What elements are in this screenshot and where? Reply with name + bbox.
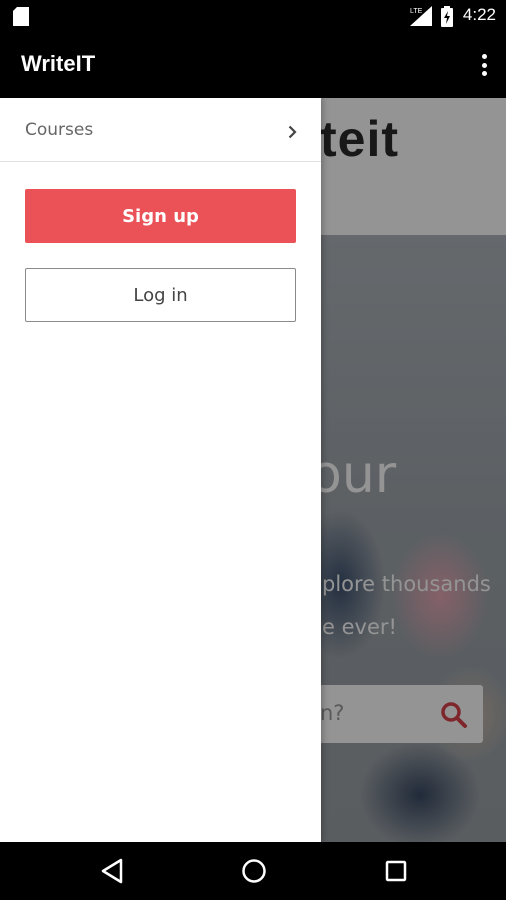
sign-up-button[interactable]: Sign up	[25, 189, 296, 243]
signal-icon: LTE	[410, 6, 432, 30]
chevron-right-icon	[288, 124, 297, 143]
sd-card-icon	[13, 7, 29, 30]
home-icon[interactable]	[241, 857, 267, 889]
status-bar: LTE 4:22	[0, 0, 506, 32]
drawer-item-label: Courses	[25, 120, 94, 140]
more-vert-icon[interactable]	[478, 52, 490, 78]
navigation-drawer: Courses Sign up Log in	[0, 98, 321, 842]
app-title: WriteIT	[21, 51, 96, 76]
recents-icon[interactable]	[384, 857, 408, 889]
app-bar: WriteIT	[0, 32, 506, 98]
battery-icon	[441, 6, 453, 31]
back-icon[interactable]	[100, 857, 124, 889]
status-time: 4:22	[462, 5, 496, 24]
system-nav-bar	[0, 842, 506, 900]
svg-text:LTE: LTE	[410, 8, 423, 15]
drawer-item-courses[interactable]: Courses	[0, 98, 321, 162]
log-in-button[interactable]: Log in	[25, 268, 296, 322]
